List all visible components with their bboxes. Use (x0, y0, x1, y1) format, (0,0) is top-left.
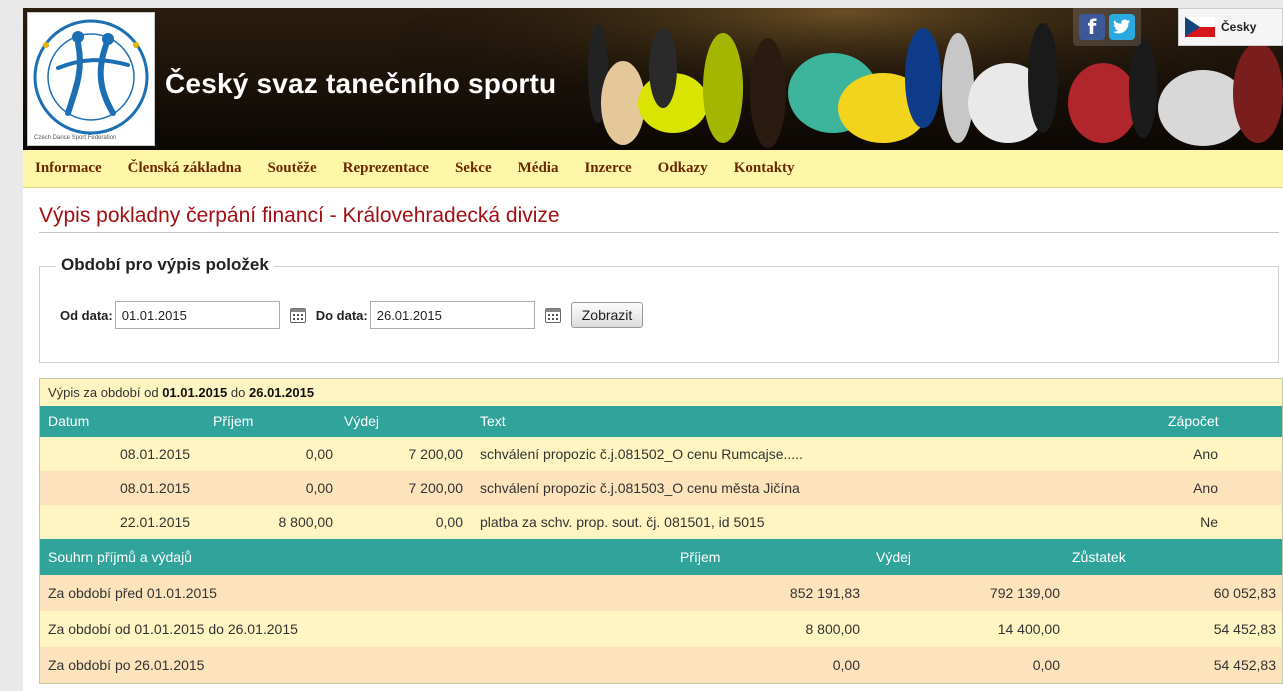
cell-text: schválení propozic č.j.081503_O cenu měs… (480, 480, 800, 496)
cell-credit: Ano (1193, 446, 1218, 462)
nav-item-inzerce[interactable]: Inzerce (584, 160, 631, 177)
results-caption: Výpis za období od 01.01.2015 do 26.01.2… (40, 379, 1282, 406)
summary-row: Za období po 26.01.2015 0,00 0,00 54 452… (40, 647, 1282, 683)
period-form: Od data: Do data: Zobrazit (60, 301, 644, 329)
column-header-expense: Výdej (344, 413, 380, 429)
show-button[interactable]: Zobrazit (570, 302, 644, 328)
nav-item-odkazy[interactable]: Odkazy (658, 160, 708, 177)
summary-header-label: Souhrn příjmů a výdajů (48, 549, 192, 565)
nav-item-clenska-zakladna[interactable]: Členská základna (128, 160, 242, 177)
caption-mid: do (230, 385, 246, 400)
table-row: 22.01.2015 8 800,00 0,00 platba za schv.… (40, 505, 1282, 539)
column-header-date: Datum (48, 413, 90, 429)
summary-row: Za období před 01.01.2015 852 191,83 792… (40, 575, 1282, 611)
cell-date: 22.01.2015 (120, 514, 191, 530)
summary-balance: 54 452,83 (1213, 657, 1276, 673)
logo-caption: Czech Dance Sport Federation (34, 135, 117, 141)
from-date-input[interactable] (114, 301, 280, 329)
table-row: 08.01.2015 0,00 7 200,00 schválení propo… (40, 437, 1282, 471)
main-nav: Informace Členská základna Soutěže Repre… (23, 150, 1283, 188)
twitter-icon[interactable] (1109, 14, 1135, 40)
summary-header-expense: Výdej (876, 549, 912, 565)
calendar-icon[interactable] (541, 303, 565, 327)
site-title[interactable]: Český svaz tanečního sportu (165, 68, 556, 100)
cell-credit: Ne (1200, 514, 1218, 530)
column-header-credit: Zápočet (1168, 413, 1219, 429)
summary-label: Za období od 01.01.2015 do 26.01.2015 (48, 621, 298, 637)
summary-header: Souhrn příjmů a výdajů Příjem Výdej Zůst… (40, 539, 1282, 575)
summary-balance: 60 052,83 (1213, 585, 1276, 601)
summary-income: 852 191,83 (789, 585, 860, 601)
caption-from-date: 01.01.2015 (162, 385, 228, 400)
nav-item-kontakty[interactable]: Kontakty (734, 160, 795, 177)
summary-balance: 54 452,83 (1213, 621, 1276, 637)
federation-logo[interactable]: Czech Dance Sport Federation (27, 12, 155, 146)
summary-header-income: Příjem (680, 549, 721, 565)
cell-income: 0,00 (305, 446, 333, 462)
site-header: Czech Dance Sport Federation Český svaz … (23, 8, 1283, 150)
nav-item-souteze[interactable]: Soutěže (267, 160, 316, 177)
nav-item-informace[interactable]: Informace (35, 160, 102, 177)
cell-expense: 7 200,00 (408, 446, 464, 462)
summary-row: Za období od 01.01.2015 do 26.01.2015 8 … (40, 611, 1282, 647)
cell-expense: 7 200,00 (408, 480, 464, 496)
calendar-icon[interactable] (286, 303, 310, 327)
nav-item-sekce[interactable]: Sekce (455, 160, 492, 177)
results-table: Výpis za období od 01.01.2015 do 26.01.2… (39, 378, 1283, 684)
period-legend: Období pro výpis položek (56, 255, 274, 275)
cell-text: platba za schv. prop. sout. čj. 081501, … (480, 514, 765, 530)
table-row: 08.01.2015 0,00 7 200,00 schválení propo… (40, 471, 1282, 505)
dancers-logo-icon (33, 19, 149, 135)
social-links: f (1073, 8, 1141, 46)
language-selector[interactable]: Česky (1178, 8, 1283, 46)
summary-income: 0,00 (832, 657, 860, 673)
summary-expense: 0,00 (1032, 657, 1060, 673)
cell-income: 0,00 (305, 480, 333, 496)
period-fieldset: Období pro výpis položek Od data: Do dat… (39, 255, 1279, 363)
to-date-label: Do data: (315, 307, 368, 323)
cell-income: 8 800,00 (278, 514, 334, 530)
cell-text: schválení propozic č.j.081502_O cenu Rum… (480, 446, 803, 462)
nav-item-media[interactable]: Média (518, 160, 559, 177)
to-date-input[interactable] (369, 301, 535, 329)
cell-date: 08.01.2015 (120, 480, 191, 496)
cell-date: 08.01.2015 (120, 446, 191, 462)
title-divider (39, 232, 1279, 233)
caption-prefix: Výpis za období od (48, 385, 159, 400)
from-date-label: Od data: (60, 307, 113, 323)
caption-to-date: 26.01.2015 (249, 385, 315, 400)
column-header-text: Text (480, 413, 506, 429)
summary-label: Za období před 01.01.2015 (48, 585, 217, 601)
summary-income: 8 800,00 (805, 621, 861, 637)
summary-expense: 792 139,00 (989, 585, 1060, 601)
summary-label: Za období po 26.01.2015 (48, 657, 205, 673)
column-header-income: Příjem (213, 413, 254, 429)
cell-expense: 0,00 (435, 514, 463, 530)
summary-expense: 14 400,00 (997, 621, 1060, 637)
nav-item-reprezentace[interactable]: Reprezentace (343, 160, 429, 177)
facebook-icon[interactable]: f (1079, 14, 1105, 40)
page: Czech Dance Sport Federation Český svaz … (23, 8, 1283, 691)
summary-header-balance: Zůstatek (1072, 549, 1126, 565)
table-header: Datum Příjem Výdej Text Zápočet (40, 406, 1282, 437)
cell-credit: Ano (1193, 480, 1218, 496)
czech-flag-icon (1185, 17, 1215, 37)
page-title: Výpis pokladny čerpání financí - Králove… (39, 204, 560, 227)
language-label: Česky (1221, 20, 1257, 34)
